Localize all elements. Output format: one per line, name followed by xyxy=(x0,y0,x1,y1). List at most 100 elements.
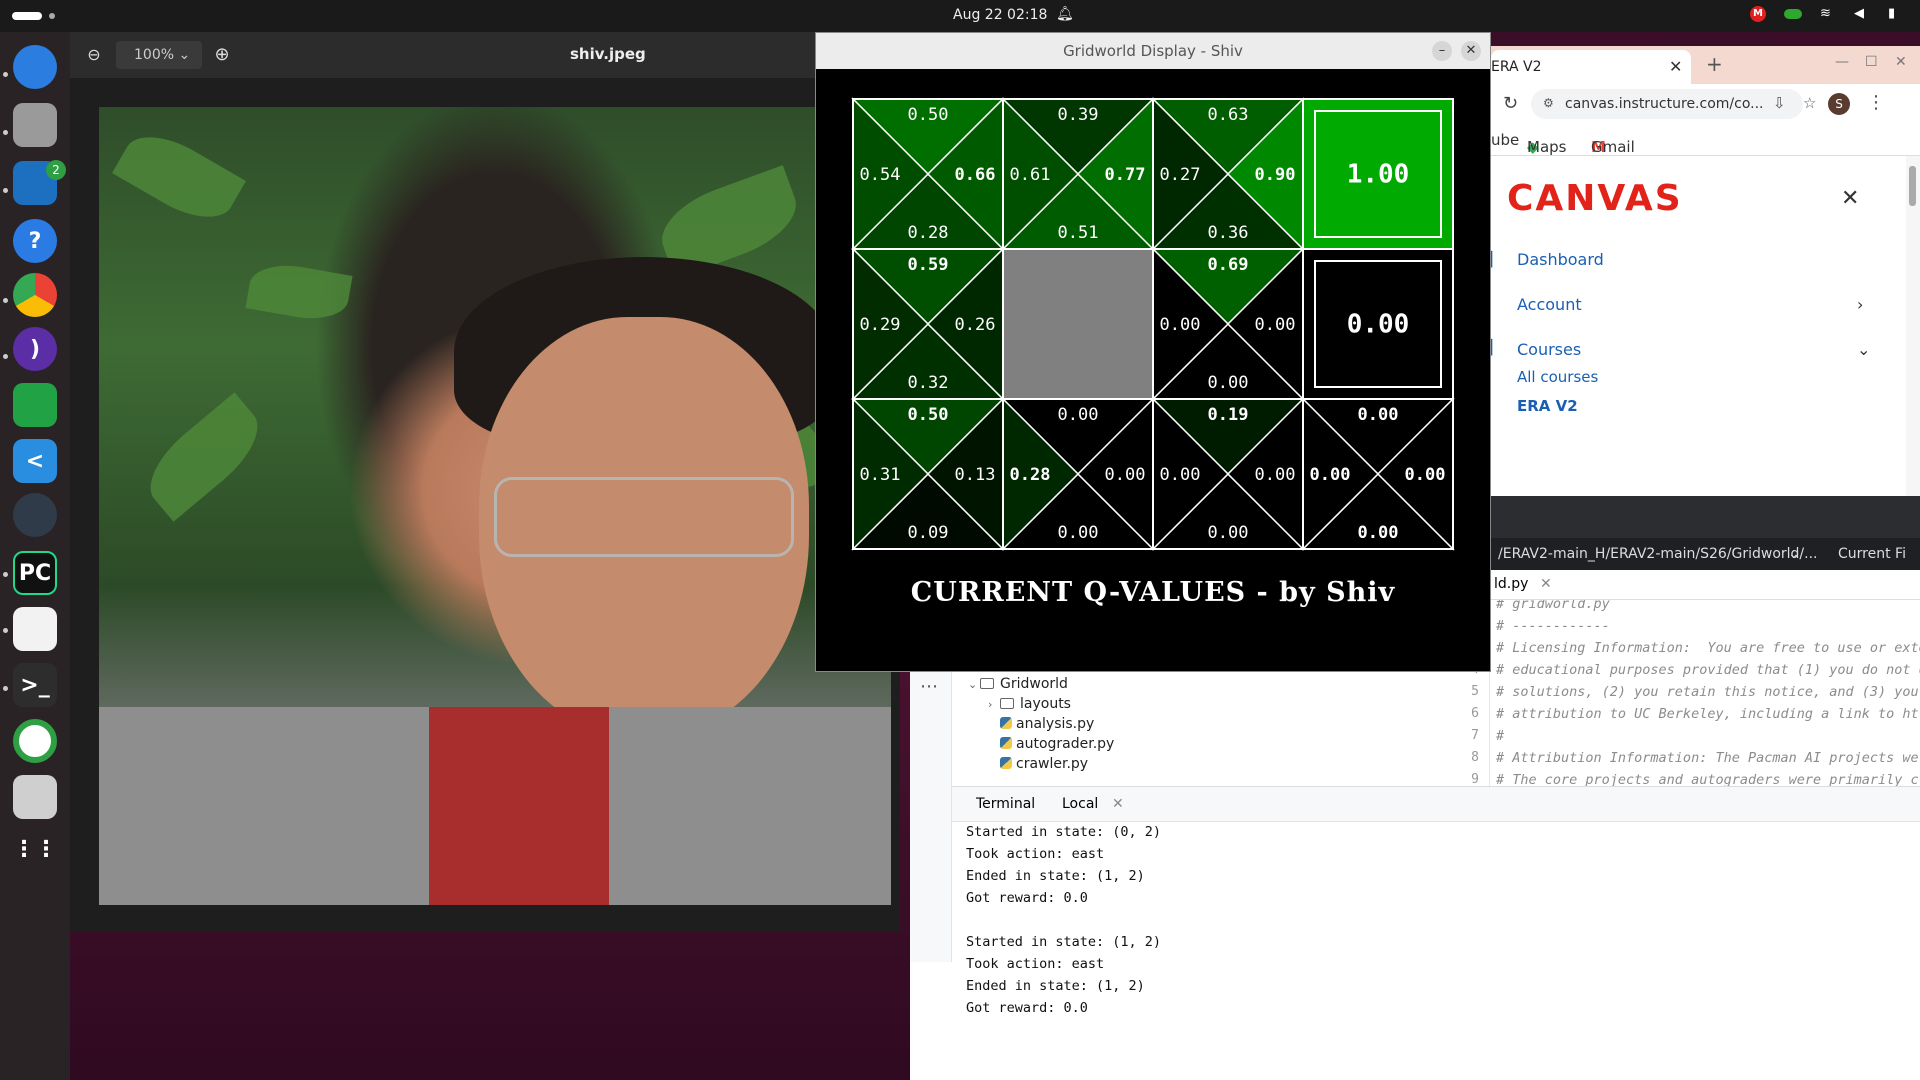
dock: ?) < PC >_ ⋮⋮ 2 xyxy=(0,32,70,1080)
address-bar[interactable]: canvas.instructure.com/co... xyxy=(1531,89,1803,119)
image-viewer-window: ⊖ 100% ⌄ ⊕ shiv.jpeg xyxy=(70,32,900,932)
nav-era-v2[interactable]: ERA V2 xyxy=(1517,397,1578,415)
terminal-icon[interactable]: >_ xyxy=(10,660,60,710)
gmail-tray-icon[interactable]: M xyxy=(1750,6,1766,22)
q-value-north: 0.50 xyxy=(908,405,949,425)
workspace-indicator[interactable] xyxy=(49,13,55,19)
document-viewer-icon[interactable] xyxy=(10,604,60,654)
tree-item-label: crawler.py xyxy=(1016,756,1089,772)
chrome-tab[interactable]: ERA V2 xyxy=(1491,50,1691,84)
tree-item-layouts[interactable]: › layouts xyxy=(988,694,1071,714)
line-number: 7 xyxy=(1471,728,1479,743)
minimize-icon[interactable]: – xyxy=(1432,41,1452,61)
nav-dashboard[interactable]: Dashboard xyxy=(1517,250,1604,269)
running-indicator xyxy=(3,686,8,691)
calc-icon[interactable] xyxy=(10,380,60,430)
page-scrollbar[interactable] xyxy=(1906,156,1920,496)
terminal-tab[interactable]: Terminal xyxy=(976,796,1035,812)
tree-item-file[interactable]: autograder.py xyxy=(1000,734,1114,754)
q-value-south: 0.28 xyxy=(908,223,949,243)
tree-item-file[interactable]: analysis.py xyxy=(1000,714,1094,734)
run-config-label[interactable]: Current Fi xyxy=(1838,546,1906,562)
bookmark-star-icon[interactable]: ☆ xyxy=(1803,94,1816,112)
chevron-right-icon[interactable]: › xyxy=(1857,295,1863,314)
canvas-logo[interactable]: CANVAS xyxy=(1507,178,1683,219)
viewer-title: shiv.jpeg xyxy=(570,45,646,63)
tree-item-gridworld[interactable]: ⌄ Gridworld xyxy=(968,674,1068,694)
scrollbar-thumb[interactable] xyxy=(1909,166,1916,206)
close-icon[interactable]: ✕ xyxy=(1895,54,1907,70)
nav-all-courses[interactable]: All courses xyxy=(1517,368,1598,386)
sync-icon[interactable] xyxy=(10,716,60,766)
files-icon[interactable] xyxy=(10,100,60,150)
more-tools-icon[interactable]: ⋯ xyxy=(920,676,938,697)
chevron-down-icon[interactable]: ⌄ xyxy=(1857,340,1870,359)
chrome-window: ERA V2 ✕ + — ☐ ✕ ↻ canvas.instructure.co… xyxy=(1491,46,1920,496)
reload-icon[interactable]: ↻ xyxy=(1503,93,1518,114)
zoom-level-dropdown[interactable]: 100% ⌄ xyxy=(116,41,202,69)
pycharm-icon[interactable]: PC xyxy=(10,548,60,598)
close-icon[interactable]: ✕ xyxy=(1461,41,1481,61)
files-glyph xyxy=(13,103,57,147)
zoom-out-icon[interactable]: ⊖ xyxy=(82,43,106,67)
nav-courses[interactable]: Courses xyxy=(1517,340,1581,359)
address-bar-url: canvas.instructure.com/co... xyxy=(1565,96,1764,112)
code-editor[interactable]: # gridworld.py # ------------ # Licensing … xyxy=(1490,600,1920,786)
terminal-local-tab[interactable]: Local xyxy=(1062,796,1098,812)
zoom-in-icon[interactable]: ⊕ xyxy=(210,43,234,67)
tree-collapse-icon[interactable]: › xyxy=(988,695,1000,715)
notification-bell-icon[interactable]: 🔔︎ xyxy=(1056,6,1074,22)
terminal-tab-close-icon[interactable]: ✕ xyxy=(1112,796,1124,812)
line-number: 6 xyxy=(1471,706,1479,721)
code-line: # Licensing Information: You are free to… xyxy=(1496,640,1920,656)
darktable-glyph xyxy=(13,493,57,537)
tool-window-strip: ⋯ xyxy=(910,672,952,962)
site-info-icon[interactable]: ⚙ xyxy=(1543,96,1554,110)
editor-tab[interactable]: ld.py ✕ xyxy=(1490,570,1920,600)
close-menu-icon[interactable]: ✕ xyxy=(1841,186,1859,211)
terminal-line: Got reward: 0.0 xyxy=(966,1000,1088,1016)
running-indicator xyxy=(3,572,8,577)
search-icon[interactable] xyxy=(10,772,60,822)
darktable-icon[interactable] xyxy=(10,490,60,540)
clock[interactable]: Aug 22 02:18 xyxy=(953,7,1047,23)
path-chevron-icon[interactable]: ⌄ xyxy=(1788,546,1800,562)
activities-button[interactable] xyxy=(12,12,42,20)
dashboard-icon: ▏ xyxy=(1491,252,1502,268)
q-value-west: 0.29 xyxy=(860,315,901,335)
terminal-header: Terminal Local ✕ xyxy=(952,786,1920,822)
profile-avatar[interactable]: S xyxy=(1828,93,1850,115)
tree-expand-icon[interactable]: ⌄ xyxy=(968,675,980,695)
editor-tab-close-icon[interactable]: ✕ xyxy=(1540,576,1552,592)
q-value-north: 0.00 xyxy=(1058,405,1099,425)
chrome-tab-strip: ERA V2 ✕ + — ☐ ✕ xyxy=(1491,46,1920,84)
wifi-icon[interactable]: ≋ xyxy=(1820,7,1836,21)
tab-close-icon[interactable]: ✕ xyxy=(1669,50,1682,84)
install-icon[interactable]: ⇩ xyxy=(1773,94,1786,112)
podcast-icon[interactable]: ) xyxy=(10,324,60,374)
bookmark-youtube[interactable]: ube xyxy=(1491,131,1519,149)
new-tab-icon[interactable]: + xyxy=(1706,52,1723,76)
volume-icon[interactable]: ◀ xyxy=(1854,7,1870,21)
nav-account[interactable]: Account xyxy=(1517,295,1582,314)
q-value-east: 0.90 xyxy=(1255,165,1296,185)
maximize-icon[interactable]: ☐ xyxy=(1865,54,1878,70)
help-icon[interactable]: ? xyxy=(10,216,60,266)
document-viewer-glyph xyxy=(13,607,57,651)
top-bar: Aug 22 02:18 🔔︎ M ≋ ◀ ▮ xyxy=(0,0,1920,32)
gridworld-titlebar[interactable]: Gridworld Display - Shiv – ✕ xyxy=(816,33,1490,69)
q-value-south: 0.00 xyxy=(1358,523,1399,543)
terminal-output[interactable]: Started in state: (0, 2) Took action: eas… xyxy=(952,822,1920,1080)
thunderbird-icon[interactable] xyxy=(10,42,60,92)
cloud-tray-icon[interactable] xyxy=(1784,9,1802,19)
battery-icon[interactable]: ▮ xyxy=(1888,7,1904,21)
chrome-icon[interactable] xyxy=(10,270,60,320)
file-path[interactable]: /ERAV2-main_H/ERAV2-main/S26/Gridworld/.… xyxy=(1498,546,1818,562)
minimize-icon[interactable]: — xyxy=(1835,54,1849,70)
chrome-menu-icon[interactable]: ⋮ xyxy=(1867,92,1885,113)
q-value-east: 0.00 xyxy=(1105,465,1146,485)
system-tray[interactable]: M ≋ ◀ ▮ xyxy=(1750,6,1904,22)
app-grid-icon[interactable]: ⋮⋮ xyxy=(10,824,60,874)
vscode-icon[interactable]: < xyxy=(10,436,60,486)
tree-item-file[interactable]: crawler.py xyxy=(1000,754,1088,774)
